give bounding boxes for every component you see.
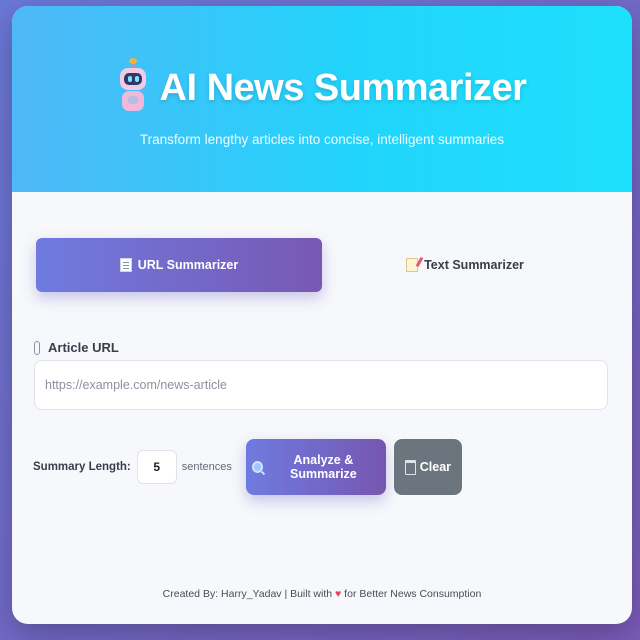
page-title: AI News Summarizer [159,66,527,109]
summary-controls: Summary Length: sentences Analyze & Summ… [33,438,462,496]
trash-icon [404,459,416,475]
summary-length-label: Summary Length: [33,461,131,473]
tab-url-summarizer[interactable]: URL Summarizer [36,238,322,292]
tab-text-summarizer[interactable]: Text Summarizer [322,238,608,292]
footer-credit: Created By: Harry_Yadav | Built with ♥ f… [12,588,632,600]
footer-text-before: Created By: Harry_Yadav | Built with [162,588,336,600]
app-card: AI News Summarizer Transform lengthy art… [12,6,632,624]
mode-tabs: URL Summarizer Text Summarizer [36,238,608,292]
article-url-label-text: Article URL [48,340,119,355]
magnifier-icon [251,461,263,473]
paperclip-icon [34,340,40,355]
robot-icon [118,58,148,114]
document-icon [119,258,132,272]
article-url-label: Article URL [34,340,119,355]
analyze-button-label: Analyze & Summarize [290,453,357,481]
clear-button-label: Clear [419,460,452,474]
tab-text-summarizer-label: Text Summarizer [424,258,524,272]
footer-text-after: for Better News Consumption [341,588,482,600]
sentences-label: sentences [181,461,232,473]
analyze-summarize-button[interactable]: Analyze & Summarize [245,439,386,495]
title-row: AI News Summarizer [12,58,632,114]
memo-icon [406,258,419,272]
summary-length-input[interactable] [136,450,177,484]
page-subtitle: Transform lengthy articles into concise,… [139,132,505,147]
tab-url-summarizer-label: URL Summarizer [137,258,239,272]
clear-button[interactable]: Clear [393,439,462,495]
article-url-input[interactable] [34,360,608,410]
header-banner: AI News Summarizer Transform lengthy art… [12,6,632,192]
